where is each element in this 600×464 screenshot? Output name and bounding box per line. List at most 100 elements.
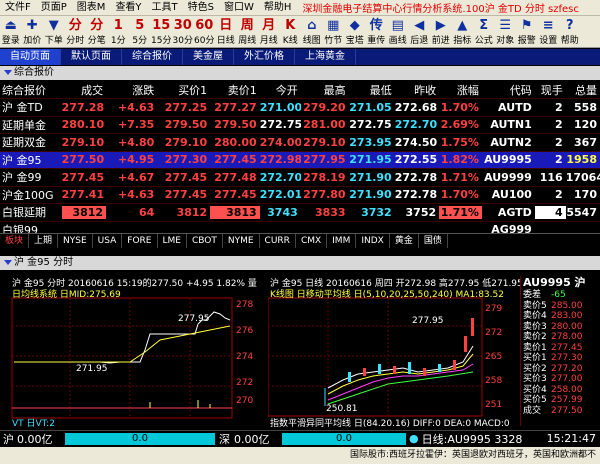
column-header[interactable]: 总量 — [566, 82, 600, 98]
market-subtab[interactable]: LME — [158, 233, 187, 248]
market-subtab[interactable]: CMX — [296, 233, 328, 248]
market-subtab[interactable]: FORE — [122, 233, 158, 248]
chart-panel-title: 沪 金95 分时 — [14, 257, 74, 268]
table-row[interactable]: 延期单金 280.10 +7.35 279.50 279.50 272.75 281.00 2… — [0, 117, 600, 134]
toolbar-button[interactable]: 15 15分 — [151, 16, 173, 48]
toolbar-button[interactable]: 周周线 — [237, 16, 259, 48]
menu-item[interactable]: 工具T — [147, 0, 183, 16]
toolbar-button[interactable]: Σ 公式 — [473, 16, 495, 48]
market-subtab[interactable]: INDX — [356, 233, 390, 248]
kline-high-label: 277.95 — [412, 316, 444, 326]
page-tab[interactable]: 美金屋 — [183, 49, 234, 65]
column-header[interactable]: 最低 — [349, 82, 395, 98]
table-cell: 274.00 — [259, 135, 301, 149]
market-subtab[interactable]: 上期 — [29, 233, 59, 248]
menu-item[interactable]: 查看Y — [110, 0, 146, 16]
news-ticker[interactable]: 国际股市:西班牙拉霍伊：英国退欧对西班牙，英国和欧洲都不 — [0, 447, 600, 464]
order-book-value: 277.00 — [551, 374, 583, 384]
toolbar-button[interactable]: ? 帮助 — [559, 16, 581, 48]
intraday-chart[interactable]: 沪 金95 分时 20160616 15:19的277.50 +4.95 1.8… — [10, 276, 266, 429]
column-header[interactable]: 代码 — [482, 82, 535, 98]
collapse-triangle-icon[interactable] — [4, 260, 12, 265]
toolbar-button[interactable]: 分分笔 — [86, 16, 108, 48]
order-book-row: 买价2 277.20 — [521, 364, 600, 375]
column-header[interactable]: 现手 — [535, 82, 566, 98]
menu-item[interactable]: 帮助H — [259, 0, 297, 16]
toolbar-button[interactable]: 60 60分 — [194, 16, 216, 48]
toolbar-label: 30分 — [172, 36, 193, 46]
toolbar-button[interactable]: 1 1分 — [108, 16, 130, 48]
column-header[interactable]: 综合报价 — [0, 82, 62, 98]
y-tick: 265 — [485, 352, 503, 362]
market-subtab[interactable]: USA — [93, 233, 123, 248]
market-subtab[interactable]: NYSE — [58, 233, 93, 248]
toolbar-button[interactable]: ▤ 画线 — [387, 16, 409, 48]
toolbar-button[interactable]: ▲ 指标 — [452, 16, 474, 48]
toolbar-button[interactable]: K K线 — [280, 16, 302, 48]
market-subtab[interactable]: CURR — [260, 233, 296, 248]
menu-item[interactable]: 文件F — [0, 0, 36, 16]
daily-kline-chart[interactable]: 沪 金95 日线 20160616 周四 开272.98 高277.95 低27… — [267, 276, 535, 429]
column-header[interactable]: 买价1 — [157, 82, 210, 98]
toolbar-button[interactable]: ✚ 加价 — [22, 16, 44, 48]
toolbar-button[interactable]: ☰ 对象 — [495, 16, 517, 48]
table-cell: 3812 — [176, 205, 208, 219]
toolbar-button[interactable]: ◆ 宝塔 — [344, 16, 366, 48]
toolbar-glyph-icon: ☰ — [499, 18, 512, 33]
page-tab[interactable]: 外汇价格 — [234, 49, 295, 65]
column-header[interactable]: 昨收 — [395, 82, 439, 98]
toolbar-button[interactable]: 日日线 — [215, 16, 237, 48]
column-header[interactable]: 涨跌 — [106, 82, 157, 98]
market-subtab[interactable]: CBOT — [187, 233, 223, 248]
table-cell: 1.82% — [440, 153, 479, 167]
menu-item[interactable]: 页面P — [36, 0, 72, 16]
page-tab[interactable]: 自动页面 — [0, 49, 61, 65]
column-header[interactable]: 最高 — [301, 82, 349, 98]
market-subtab[interactable]: NYME — [223, 233, 260, 248]
order-book-title: AU9995 沪 — [523, 276, 586, 289]
table-row[interactable]: 白银延期 3812 64 3812 3813 3743 3833 3732 3752 1.71% A… — [0, 204, 600, 222]
order-book-row: 委差 -65 — [521, 290, 600, 301]
page-tab[interactable]: 默认页面 — [61, 49, 122, 65]
menu-item[interactable]: 窗口W — [219, 0, 259, 16]
toolbar-glyph-icon: 1 — [113, 18, 123, 33]
collapse-triangle-icon[interactable] — [4, 70, 12, 75]
toolbar-button[interactable]: ◀ 后退 — [409, 16, 431, 48]
table-cell: 271.05 — [349, 100, 392, 114]
toolbar-glyph-icon: K — [285, 18, 296, 33]
market-subtab[interactable]: 板块 — [0, 233, 30, 248]
table-row[interactable]: 延期双金 279.10 +4.80 279.10 280.00 274.00 279.10 2… — [0, 134, 600, 152]
market-subtab[interactable]: 黄金 — [390, 233, 419, 248]
table-cell: 277.45 — [164, 170, 208, 184]
toolbar-button[interactable]: ⚑ 报警 — [516, 16, 538, 48]
toolbar-button[interactable]: 30 30分 — [172, 16, 194, 48]
toolbar-button[interactable]: ▶ 前进 — [430, 16, 452, 48]
toolbar-button[interactable]: 月月线 — [258, 16, 280, 48]
table-cell: +4.67 — [117, 170, 155, 184]
toolbar-button[interactable]: 5 5分 — [129, 16, 151, 48]
page-tab[interactable]: 上海黄金 — [295, 49, 356, 65]
toolbar-button[interactable]: ⌂ 线图 — [301, 16, 323, 48]
table-cell: 558 — [574, 100, 597, 114]
column-header[interactable]: 成交 — [62, 82, 106, 98]
menu-item[interactable]: 图表M — [72, 0, 111, 16]
table-row[interactable]: 沪金100G 277.41 +4.63 277.45 277.45 272.01 277.8… — [0, 187, 600, 204]
market-subtab[interactable]: IMM — [327, 233, 357, 248]
toolbar-button[interactable]: 分分时 — [65, 16, 87, 48]
toolbar-button[interactable]: ▼ 下单 — [43, 16, 65, 48]
table-row[interactable]: 沪 金TD 277.28 +4.63 277.25 277.27 271.00 279.20… — [0, 99, 600, 117]
toolbar-button[interactable]: ⏏ 登录 — [0, 16, 22, 48]
toolbar-label: 加价 — [23, 36, 42, 46]
toolbar-button[interactable]: 传重传 — [366, 16, 388, 48]
menu-item[interactable]: 特色S — [183, 0, 219, 16]
column-header[interactable]: 卖价1 — [210, 82, 260, 98]
market-subtab[interactable]: 国债 — [419, 233, 448, 248]
column-header[interactable]: 今开 — [260, 82, 301, 98]
toolbar-button[interactable]: ▦ 竹节 — [323, 16, 345, 48]
toolbar-button[interactable]: ≡ 设置 — [538, 16, 560, 48]
column-header[interactable]: 涨幅 — [439, 82, 482, 98]
table-row[interactable]: 沪 金95 277.50 +4.95 277.30 277.45 272.98 277.95… — [0, 151, 600, 169]
toolbar-glyph-icon: ◆ — [349, 18, 360, 33]
table-row[interactable]: 沪 金99 277.45 +4.67 277.45 277.48 272.70 278.19… — [0, 169, 600, 187]
page-tab[interactable]: 综合报价 — [122, 49, 183, 65]
